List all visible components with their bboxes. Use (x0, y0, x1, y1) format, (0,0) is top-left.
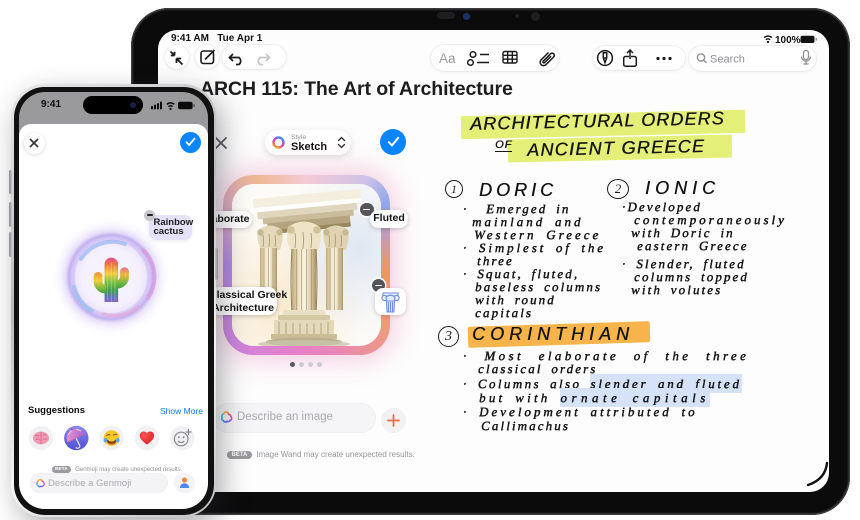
svg-text:Aa: Aa (439, 51, 456, 66)
svg-text:Search: Search (710, 54, 745, 66)
